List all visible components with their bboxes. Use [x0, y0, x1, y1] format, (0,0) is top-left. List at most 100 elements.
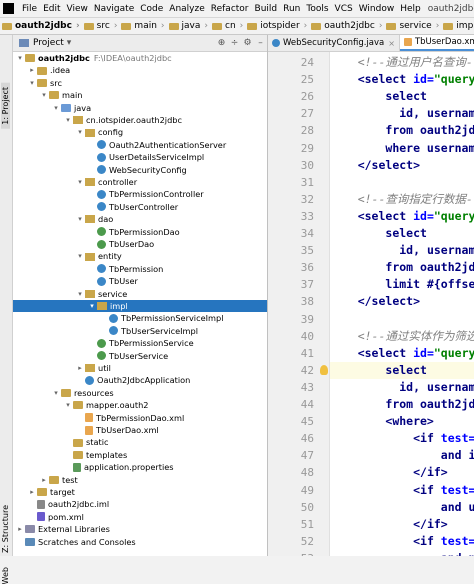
tree-node[interactable]: ▾ resources [13, 387, 305, 399]
tree-node[interactable]: ▸ .idea [13, 64, 281, 76]
menu-help[interactable]: Help [397, 4, 424, 14]
chevron-icon[interactable]: ▸ [27, 64, 37, 76]
breadcrumb-item[interactable]: oauth2jdbc › [0, 21, 82, 31]
tree-node-label: Scratches and Consoles [38, 536, 136, 547]
code-token: from oauth2jdbc.t [385, 260, 474, 275]
tree-node[interactable]: ▸ External Libraries [13, 523, 269, 535]
code-line: <select id="queryByUs [330, 71, 474, 88]
tree-node[interactable]: Scratches and Consoles [13, 536, 269, 548]
code-area[interactable]: <!--通过用户名查询--> <select id="queryByUs sel… [330, 52, 474, 556]
code-line: <if test="pas [330, 533, 474, 550]
chevron-icon[interactable]: ▸ [27, 486, 37, 498]
close-icon[interactable]: × [388, 39, 395, 48]
chevron-right-icon: › [303, 21, 308, 31]
tree-node[interactable]: oauth2jdbc.iml [13, 498, 281, 510]
line-number: 29 [300, 141, 314, 155]
tree-node[interactable]: ▸ target [13, 486, 281, 498]
gear-icon[interactable]: ⚙ [241, 38, 254, 48]
breadcrumb-item[interactable]: impl [441, 21, 474, 31]
breadcrumb-item[interactable]: oauth2jdbc › [309, 21, 384, 31]
chevron-icon[interactable]: ▾ [75, 213, 85, 225]
menu-refactor[interactable]: Refactor [208, 4, 252, 14]
tree-node[interactable]: ▾ oauth2jdbc F:\IDEA\oauth2jdbc [13, 52, 269, 64]
breadcrumb-item[interactable]: iotspider › [245, 21, 309, 31]
chevron-icon[interactable]: ▸ [15, 523, 25, 535]
iml-icon [37, 500, 45, 510]
chevron-icon[interactable]: ▸ [75, 362, 85, 374]
tree-node-label: config [98, 127, 124, 138]
menu-analyze[interactable]: Analyze [166, 4, 207, 14]
chevron-right-icon: › [160, 21, 165, 31]
breadcrumb-item[interactable]: cn › [210, 21, 245, 31]
tree-node-label: mapper.oauth2 [86, 400, 149, 411]
chevron-icon[interactable]: ▾ [63, 399, 73, 411]
code-token: id= [413, 345, 434, 360]
chevron-icon[interactable]: ▾ [75, 126, 85, 138]
menu-build[interactable]: Build [252, 4, 281, 14]
tree-node[interactable]: ▾ main [13, 89, 293, 101]
hide-icon[interactable]: – [254, 38, 267, 48]
chevron-icon[interactable]: ▾ [87, 300, 97, 312]
tree-node-label: External Libraries [38, 524, 110, 535]
locate-icon[interactable]: ⊕ [215, 38, 228, 48]
project-tool-window-tab[interactable]: 1: Project [1, 83, 10, 129]
line-number: 25 [300, 73, 314, 87]
lightbulb-icon[interactable] [320, 364, 328, 375]
code-token: "queryAll" [433, 345, 474, 360]
editor-tab[interactable]: TbUserDao.xml× [399, 35, 474, 51]
line-number: 39 [300, 312, 314, 326]
code-token: from oauth2jdbc.t [385, 397, 474, 411]
breadcrumb-item[interactable]: java › [167, 21, 210, 31]
chevron-right-icon: › [75, 21, 80, 31]
folder-icon [443, 22, 454, 30]
chevron-icon[interactable]: ▸ [39, 474, 49, 486]
menu-run[interactable]: Run [280, 4, 303, 14]
folder-icon [37, 66, 47, 75]
code-line: id, username, p [330, 379, 474, 396]
menu-file[interactable]: File [19, 4, 40, 14]
menu-vcs[interactable]: VCS [332, 4, 356, 14]
chevron-icon[interactable]: ▾ [75, 250, 85, 262]
menu-code[interactable]: Code [137, 4, 166, 14]
collapse-icon[interactable]: ÷ [228, 38, 241, 48]
breadcrumb-item[interactable]: service › [384, 21, 441, 31]
menu-navigate[interactable]: Navigate [91, 4, 137, 14]
breadcrumb-item[interactable]: main › [119, 21, 166, 31]
tree-node[interactable]: ▾ java [13, 102, 305, 114]
tree-node-label: .idea [50, 65, 71, 76]
chevron-icon[interactable]: ▾ [75, 288, 85, 300]
chevron-icon[interactable]: ▾ [51, 387, 61, 399]
menu-tools[interactable]: Tools [303, 4, 331, 14]
tree-node[interactable]: ▸ test [13, 474, 293, 486]
menu-view[interactable]: View [64, 4, 91, 14]
tree-node[interactable]: pom.xml [13, 511, 281, 523]
interface-icon [97, 227, 106, 237]
chevron-down-icon[interactable]: ▾ [67, 38, 72, 48]
menu-window[interactable]: Window [356, 4, 398, 14]
code-token: </if> [413, 465, 448, 480]
menu-edit[interactable]: Edit [40, 4, 63, 14]
breadcrumb-label: impl [456, 21, 474, 31]
structure-tool-window-tab[interactable]: Z: Structure [1, 505, 10, 553]
project-panel-title[interactable]: Project [33, 38, 64, 48]
chevron-icon[interactable]: ▾ [51, 102, 61, 114]
code-token: test= [440, 482, 474, 497]
chevron-icon[interactable]: ▾ [75, 176, 85, 188]
editor-tab[interactable]: WebSecurityConfig.java × [268, 35, 400, 51]
chevron-icon[interactable]: ▾ [63, 114, 73, 126]
xml-icon [85, 413, 93, 423]
chevron-icon[interactable]: ▾ [39, 89, 49, 101]
line-number: 52 [300, 534, 314, 548]
breadcrumb-item[interactable]: src › [82, 21, 120, 31]
chevron-icon[interactable]: ▾ [27, 77, 37, 89]
code-token: and userna [440, 499, 474, 514]
chevron-icon[interactable]: ▾ [15, 52, 25, 64]
web-tool-window-tab[interactable]: Web [1, 567, 10, 584]
line-number: 26 [300, 90, 314, 104]
tree-node[interactable]: ▾ src [13, 77, 281, 89]
